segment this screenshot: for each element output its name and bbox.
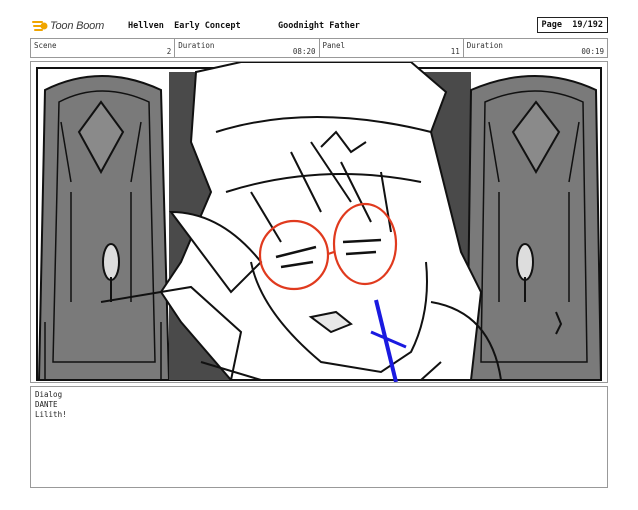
sequence-title: Goodnight Father	[278, 21, 360, 31]
scene-cell: Scene 2	[31, 39, 176, 57]
panel-duration-label: Duration	[466, 41, 503, 50]
dialog-box: Dialog DANTE Lilith!	[30, 386, 608, 488]
right-door-panel	[465, 75, 603, 381]
page-header: Toon Boom Hellven Early Concept Goodnigh…	[30, 16, 608, 36]
dialog-label: Dialog	[35, 390, 63, 399]
scene-value: 2	[166, 47, 172, 56]
panel-duration-cell: Duration 00:19	[464, 39, 607, 57]
page-value: 19/192	[572, 20, 603, 30]
panel-info-bar: Scene 2 Duration 08:20 Panel 11 Duration…	[30, 38, 608, 58]
dialog-line: Lilith!	[35, 410, 67, 419]
page-number-box: Page 19/192	[536, 17, 608, 33]
panel-duration-value: 00:19	[581, 47, 604, 56]
panel-value: 11	[450, 47, 460, 56]
panel-drawing	[31, 62, 607, 382]
panel-label: Panel	[322, 41, 346, 50]
scene-duration-label: Duration	[178, 41, 215, 50]
panel-cell: Panel 11	[320, 39, 464, 57]
scene-duration-cell: Duration 08:20	[175, 39, 320, 57]
storyboard-panel	[30, 61, 608, 383]
left-door-panel	[37, 75, 171, 381]
scene-label: Scene	[34, 41, 57, 50]
dialog-character: DANTE	[35, 400, 58, 409]
page-label: Page	[541, 20, 563, 30]
scene-duration-value: 08:20	[292, 47, 316, 56]
